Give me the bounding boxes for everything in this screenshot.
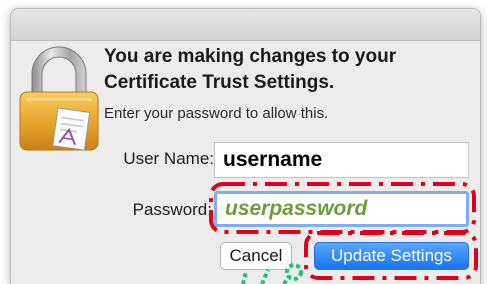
password-field[interactable]: userpassword <box>214 191 469 227</box>
username-field[interactable]: username <box>214 142 469 178</box>
username-value: username <box>223 148 323 171</box>
padlock-icon <box>19 46 99 151</box>
headline-line-2: Certificate Trust Settings. <box>104 72 335 93</box>
dialog-headline: You are making changes to your Certifica… <box>104 44 464 96</box>
password-value: userpassword <box>225 197 368 220</box>
cancel-button[interactable]: Cancel <box>220 242 292 270</box>
headline-line-1: You are making changes to your <box>104 46 397 67</box>
update-settings-button[interactable]: Update Settings <box>314 242 469 270</box>
password-label: Password: <box>132 200 212 219</box>
dialog-titlebar <box>11 9 480 41</box>
username-label: User Name: <box>123 149 214 168</box>
screenshot-canvas: You are making changes to your Certifica… <box>0 0 487 284</box>
dialog-subtext: Enter your password to allow this. <box>104 105 329 122</box>
